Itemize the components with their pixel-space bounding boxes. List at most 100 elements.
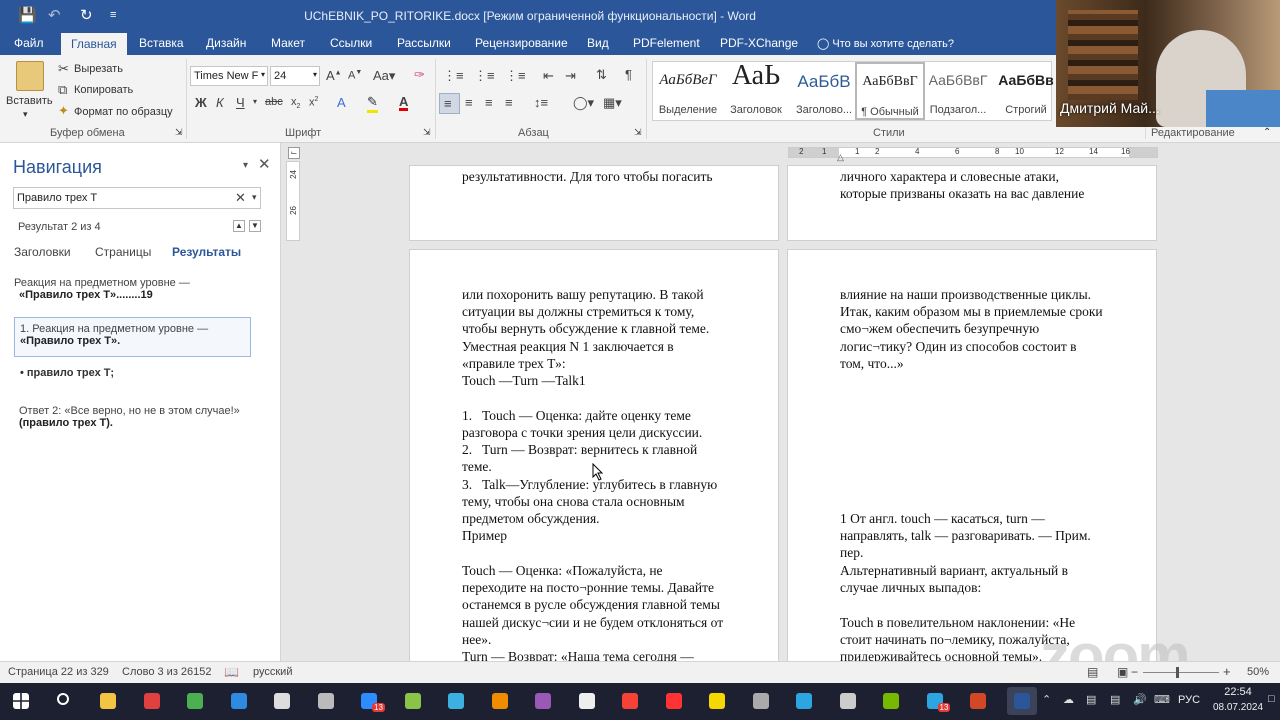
text-effects-icon[interactable]: A <box>337 95 346 110</box>
tab-pdfxchange[interactable]: PDF-XChange <box>720 36 798 50</box>
start-button[interactable] <box>6 687 36 715</box>
style-normal[interactable]: АаБбВвГ ¶ Обычный <box>855 62 925 120</box>
align-left-button[interactable]: ≡ <box>439 93 460 114</box>
align-right-icon[interactable]: ≡ <box>485 95 493 110</box>
font-launcher-icon[interactable]: ⇲ <box>423 127 431 138</box>
network-icon[interactable]: ▤ <box>1110 693 1120 706</box>
increase-indent-icon[interactable]: ⇥ <box>565 68 576 84</box>
bullets-icon[interactable]: ⋮≡ <box>443 68 464 84</box>
zoom-in-icon[interactable]: + <box>1223 664 1231 679</box>
chrome-icon[interactable] <box>180 687 210 715</box>
app-red-icon[interactable] <box>137 687 167 715</box>
clock-time[interactable]: 22:54 <box>1214 686 1262 698</box>
zoom-app-icon[interactable]: 13 <box>354 687 385 715</box>
list-item[interactable]: Реакция на предметном уровне — «Правило … <box>14 277 264 301</box>
powerpoint-icon[interactable] <box>963 687 993 715</box>
battery-icon[interactable]: ▤ <box>1086 693 1096 706</box>
decrease-indent-icon[interactable]: ⇤ <box>543 68 554 84</box>
read-mode-icon[interactable]: ▤ <box>1087 665 1098 679</box>
tab-selector-icon[interactable]: ⌙ <box>288 147 300 159</box>
tab-mailings[interactable]: Рассылки <box>397 36 451 50</box>
clear-search-icon[interactable]: ✕ <box>235 190 246 206</box>
zoom-slider-thumb[interactable] <box>1176 667 1179 678</box>
multilevel-list-icon[interactable]: ⋮≡ <box>505 68 526 84</box>
proofing-icon[interactable]: 📖 <box>224 665 239 679</box>
clock-date[interactable]: 08.07.2024 <box>1212 702 1264 713</box>
tab-design[interactable]: Дизайн <box>206 36 246 50</box>
volume-icon[interactable]: 🔊 <box>1133 693 1147 706</box>
clipboard-launcher-icon[interactable]: ⇲ <box>175 127 183 138</box>
tray-expand-icon[interactable]: ⌃ <box>1042 693 1051 706</box>
torrent-icon[interactable] <box>876 687 906 715</box>
numbering-icon[interactable]: ⋮≡ <box>474 68 495 84</box>
tab-headings[interactable]: Заголовки <box>14 245 71 259</box>
store-icon[interactable] <box>267 687 297 715</box>
file-explorer-icon[interactable] <box>93 687 123 715</box>
bold-icon[interactable]: Ж <box>195 95 207 110</box>
tab-file[interactable]: Файл <box>14 36 44 50</box>
paragraph-launcher-icon[interactable]: ⇲ <box>634 127 642 138</box>
app-yellow-icon[interactable] <box>702 687 732 715</box>
line-spacing-icon[interactable]: ↕≡ <box>534 95 548 110</box>
search-input[interactable]: Правило трех Т ✕ ▾ <box>13 187 261 209</box>
calculator-icon[interactable] <box>311 687 341 715</box>
cut-button[interactable]: Вырезать <box>74 63 123 75</box>
tab-insert[interactable]: Вставка <box>139 36 184 50</box>
edge-icon[interactable] <box>224 687 254 715</box>
telegram2-icon[interactable]: 13 <box>920 687 951 715</box>
print-layout-icon[interactable]: ▣ <box>1117 665 1128 679</box>
vlc-icon[interactable] <box>485 687 515 715</box>
tab-home[interactable]: Главная <box>61 33 127 55</box>
notifications-icon[interactable]: □ <box>1268 693 1275 705</box>
paint-icon[interactable] <box>398 687 428 715</box>
telegram-icon[interactable] <box>789 687 819 715</box>
tab-references[interactable]: Ссылки <box>330 36 372 50</box>
tab-pdfelement[interactable]: PDFelement <box>633 36 700 50</box>
tab-pages[interactable]: Страницы <box>95 245 151 259</box>
word-icon[interactable] <box>1006 687 1037 715</box>
style-subtitle[interactable]: АаБбВвГ Подзагол... <box>923 62 993 120</box>
tab-review[interactable]: Рецензирование <box>475 36 568 50</box>
shrink-font-icon[interactable]: A▼ <box>348 69 362 82</box>
tab-layout[interactable]: Макет <box>271 36 305 50</box>
underline-icon[interactable]: Ч <box>236 95 245 110</box>
highlight-icon[interactable]: ✎ <box>367 94 378 113</box>
paste-dropdown-icon[interactable]: ▾ <box>23 109 28 120</box>
onenote-icon[interactable] <box>528 687 558 715</box>
zoom-out-icon[interactable]: − <box>1131 665 1138 679</box>
list-item-selected[interactable]: 1. Реакция на предметном уровне — «Прави… <box>14 317 251 357</box>
collapse-ribbon-icon[interactable]: ⌃ <box>1263 127 1271 138</box>
next-result-icon[interactable]: ▼ <box>249 220 261 232</box>
paste-icon[interactable] <box>16 61 44 91</box>
app-grey-icon[interactable] <box>746 687 776 715</box>
font-size-combo[interactable]: 24 ▾ <box>270 66 320 86</box>
subscript-icon[interactable]: x2 <box>291 96 300 110</box>
yandex-icon[interactable] <box>659 687 689 715</box>
zoom-slider[interactable] <box>1143 672 1219 673</box>
change-case-icon[interactable]: Aa▾ <box>373 68 395 84</box>
tell-me-box[interactable]: ◯ Что вы хотите сделать? <box>817 37 954 50</box>
onedrive-icon[interactable]: ☁ <box>1063 693 1074 706</box>
shading-icon[interactable]: ◯▾ <box>573 95 594 111</box>
indent-marker-icon[interactable]: △ <box>837 152 844 163</box>
word-count[interactable]: Слово 3 из 26152 <box>122 666 212 678</box>
search-options-icon[interactable]: ▾ <box>252 192 257 203</box>
notepad-icon[interactable] <box>572 687 602 715</box>
tab-view[interactable]: Вид <box>587 36 609 50</box>
close-icon[interactable]: ✕ <box>258 155 271 173</box>
font-color-icon[interactable]: A <box>399 95 409 111</box>
language-indicator[interactable]: русский <box>253 666 292 678</box>
format-painter-button[interactable]: Формат по образцу <box>74 106 173 118</box>
document-area[interactable]: ⌙ 24 26 2 1 1 2 4 6 8 10 12 14 16 △ резу… <box>282 143 1280 661</box>
tab-results[interactable]: Результаты <box>172 245 241 259</box>
list-item[interactable]: Ответ 2: «Все верно, но не в этом случае… <box>19 405 269 429</box>
superscript-icon[interactable]: x2 <box>309 96 318 109</box>
align-center-icon[interactable]: ≡ <box>465 95 473 110</box>
search-icon[interactable] <box>50 687 80 715</box>
settings-icon[interactable] <box>833 687 863 715</box>
show-marks-icon[interactable]: ¶ <box>625 67 632 82</box>
list-item[interactable]: • правило трех Т; <box>20 367 114 379</box>
input-method-icon[interactable]: ⌨ <box>1154 693 1170 706</box>
paste-button[interactable]: Вставить <box>6 95 53 107</box>
style-title[interactable]: АаЬ Заголовок <box>721 60 791 120</box>
